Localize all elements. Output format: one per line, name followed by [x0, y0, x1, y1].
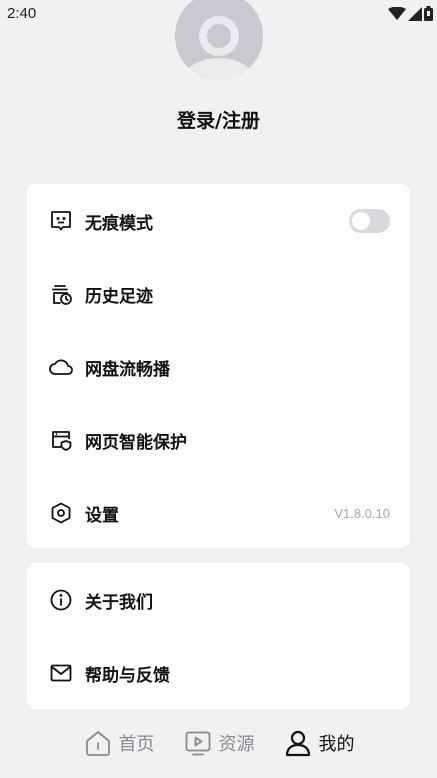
incognito-toggle[interactable] [349, 209, 390, 233]
signal-icon [408, 6, 422, 25]
menu-item-settings[interactable]: 设置 V1.8.0.10 [27, 493, 410, 533]
info-icon [49, 588, 73, 612]
menu-item-about[interactable]: 关于我们 [27, 580, 410, 620]
toggle-knob [352, 212, 370, 230]
menu-item-web-protection[interactable]: 网页智能保护 [27, 420, 410, 460]
shield-browser-icon [49, 428, 73, 452]
cloud-icon [49, 355, 73, 379]
menu-item-label: 无痕模式 [85, 213, 153, 234]
main-menu-card: 无痕模式 历史足迹 网盘流畅播 网页智能保护 设置 V1.8.0.10 [27, 184, 410, 548]
secondary-menu-card: 关于我们 帮助与反馈 [27, 563, 410, 709]
nav-label: 首页 [118, 734, 155, 755]
avatar[interactable] [175, 0, 263, 80]
battery-icon [424, 6, 433, 25]
menu-item-label: 历史足迹 [85, 286, 153, 307]
menu-item-incognito[interactable]: 无痕模式 [27, 201, 410, 241]
menu-item-label: 关于我们 [85, 592, 153, 613]
bottom-nav: 首页 资源 我的 [0, 722, 437, 764]
app-version: V1.8.0.10 [334, 505, 390, 521]
menu-item-label: 网盘流畅播 [85, 359, 170, 380]
login-register-link[interactable]: 登录/注册 [0, 106, 437, 133]
incognito-icon [49, 209, 73, 233]
home-icon [83, 728, 113, 758]
menu-item-label: 网页智能保护 [85, 432, 187, 453]
play-icon [183, 728, 213, 758]
avatar-placeholder-icon [175, 0, 263, 80]
menu-item-help-feedback[interactable]: 帮助与反馈 [27, 653, 410, 693]
menu-item-cloud-stream[interactable]: 网盘流畅播 [27, 347, 410, 387]
wifi-icon [388, 6, 406, 25]
menu-item-label: 帮助与反馈 [85, 665, 170, 686]
mail-icon [49, 661, 73, 685]
status-icons [388, 6, 433, 25]
nav-resources[interactable]: 资源 [183, 728, 255, 758]
settings-icon [49, 501, 73, 525]
history-icon [49, 282, 73, 306]
user-icon [283, 728, 313, 758]
nav-label: 资源 [218, 734, 255, 755]
nav-mine[interactable]: 我的 [283, 728, 355, 758]
menu-item-label: 设置 [85, 505, 119, 526]
nav-label: 我的 [318, 734, 355, 755]
nav-home[interactable]: 首页 [83, 728, 155, 758]
menu-item-history[interactable]: 历史足迹 [27, 274, 410, 314]
status-time: 2:40 [7, 5, 37, 22]
